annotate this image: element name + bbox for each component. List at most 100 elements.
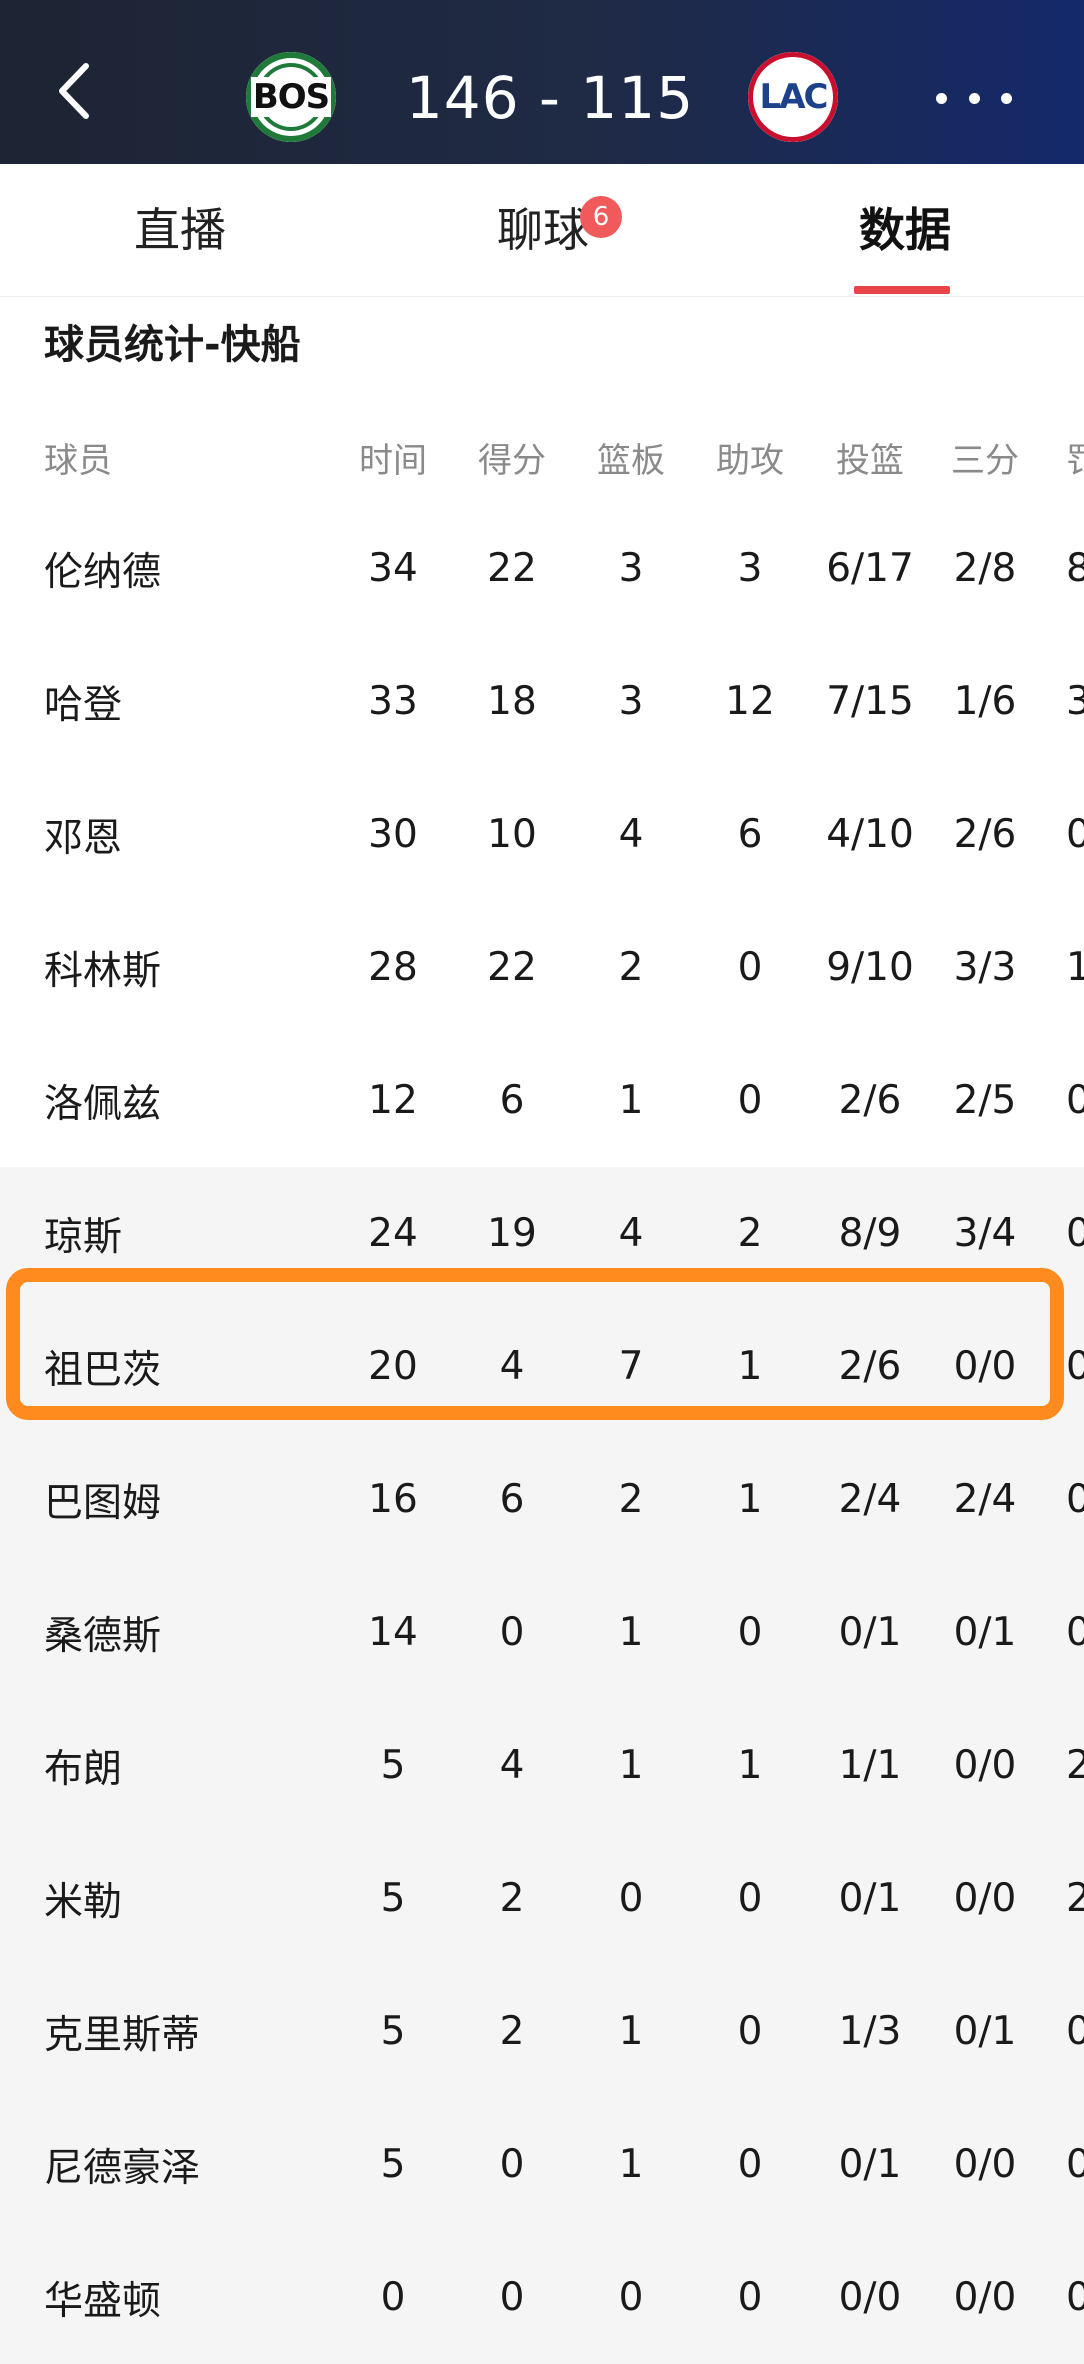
table-row[interactable]: 布朗 5 4 1 1 1/1 0/0 2 bbox=[0, 1699, 1084, 1832]
free-throws-cell: 0 bbox=[1066, 1078, 1084, 1123]
player-name-cell: 科林斯 bbox=[44, 948, 162, 994]
col-header-points: 得分 bbox=[478, 440, 546, 481]
player-name-cell: 克里斯蒂 bbox=[44, 2012, 201, 2058]
assists-cell: 0 bbox=[737, 1876, 763, 1921]
player-name-cell: 邓恩 bbox=[44, 815, 123, 861]
rebounds-cell: 1 bbox=[618, 2142, 644, 2187]
assists-cell: 0 bbox=[737, 1610, 763, 1655]
more-dots-icon bbox=[936, 92, 947, 104]
minutes-cell: 24 bbox=[368, 1211, 418, 1256]
field-goals-cell: 6/17 bbox=[826, 546, 914, 591]
free-throws-cell: 0 bbox=[1066, 812, 1084, 857]
rebounds-cell: 1 bbox=[618, 1743, 644, 1788]
assists-cell: 0 bbox=[737, 2275, 763, 2320]
rebounds-cell: 0 bbox=[618, 1876, 644, 1921]
rebounds-cell: 4 bbox=[618, 812, 644, 857]
free-throws-cell: 3 bbox=[1066, 679, 1084, 724]
active-tab-indicator bbox=[854, 286, 950, 294]
chevron-left-icon bbox=[59, 63, 89, 119]
table-row[interactable]: 尼德豪泽 5 0 1 0 0/1 0/0 0 bbox=[0, 2098, 1084, 2231]
col-header-assists: 助攻 bbox=[716, 440, 784, 481]
three-pointers-cell: 3/3 bbox=[953, 945, 1017, 990]
three-pointers-cell: 0/1 bbox=[953, 2009, 1017, 2054]
assists-cell: 1 bbox=[737, 1344, 763, 1389]
table-row[interactable]: 科林斯 28 22 2 0 9/10 3/3 1 bbox=[0, 901, 1084, 1034]
section-title: 球员统计-快船 bbox=[44, 322, 301, 368]
player-name-cell: 巴图姆 bbox=[44, 1480, 162, 1526]
rebounds-cell: 1 bbox=[618, 1610, 644, 1655]
table-row[interactable]: 华盛顿 0 0 0 0 0/0 0/0 0 bbox=[0, 2231, 1084, 2364]
game-header: BOS 146 - 115 LAC bbox=[0, 0, 1084, 164]
tab-live[interactable]: 直播 bbox=[120, 164, 240, 296]
points-cell: 0 bbox=[499, 2275, 525, 2320]
rebounds-cell: 4 bbox=[618, 1211, 644, 1256]
table-row[interactable]: 伦纳德 34 22 3 3 6/17 2/8 8 bbox=[0, 502, 1084, 635]
free-throws-cell: 0 bbox=[1066, 1477, 1084, 1522]
player-name-cell: 尼德豪泽 bbox=[44, 2145, 201, 2191]
field-goals-cell: 8/9 bbox=[838, 1211, 902, 1256]
field-goals-cell: 0/1 bbox=[838, 2142, 902, 2187]
col-header-minutes: 时间 bbox=[359, 440, 427, 481]
player-name-cell: 哈登 bbox=[44, 682, 123, 728]
home-team-logo[interactable]: BOS bbox=[246, 52, 336, 142]
table-header: 球员 时间 得分 篮板 助攻 投篮 三分 罚 bbox=[0, 412, 1084, 502]
table-row[interactable]: 桑德斯 14 0 1 0 0/1 0/1 0 bbox=[0, 1566, 1084, 1699]
table-row[interactable]: 琼斯 24 19 4 2 8/9 3/4 0 bbox=[0, 1167, 1084, 1300]
rebounds-cell: 2 bbox=[618, 945, 644, 990]
points-cell: 19 bbox=[487, 1211, 537, 1256]
table-row[interactable]: 克里斯蒂 5 2 1 0 1/3 0/1 0 bbox=[0, 1965, 1084, 2098]
points-cell: 0 bbox=[499, 1610, 525, 1655]
col-header-rebounds: 篮板 bbox=[597, 440, 665, 481]
tab-data[interactable]: 数据 bbox=[840, 164, 970, 296]
three-pointers-cell: 0/0 bbox=[953, 2275, 1017, 2320]
points-cell: 18 bbox=[487, 679, 537, 724]
more-dot bbox=[1001, 92, 1012, 104]
rebounds-cell: 1 bbox=[618, 1078, 644, 1123]
free-throws-cell: 0 bbox=[1066, 1344, 1084, 1389]
away-team-abbr: LAC bbox=[759, 77, 829, 117]
player-name-cell: 琼斯 bbox=[44, 1214, 123, 1260]
three-pointers-cell: 0/0 bbox=[953, 1344, 1017, 1389]
back-button[interactable] bbox=[48, 56, 108, 126]
points-cell: 22 bbox=[487, 546, 537, 591]
minutes-cell: 5 bbox=[380, 1876, 406, 1921]
three-pointers-cell: 2/8 bbox=[953, 546, 1017, 591]
three-pointers-cell: 2/5 bbox=[953, 1078, 1017, 1123]
three-pointers-cell: 0/1 bbox=[953, 1610, 1017, 1655]
minutes-cell: 28 bbox=[368, 945, 418, 990]
field-goals-cell: 2/6 bbox=[838, 1344, 902, 1389]
minutes-cell: 12 bbox=[368, 1078, 418, 1123]
more-button[interactable] bbox=[936, 78, 1012, 118]
player-name-cell: 祖巴茨 bbox=[44, 1347, 162, 1393]
minutes-cell: 30 bbox=[368, 812, 418, 857]
field-goals-cell: 0/0 bbox=[838, 2275, 902, 2320]
minutes-cell: 5 bbox=[380, 2142, 406, 2187]
assists-cell: 6 bbox=[737, 812, 763, 857]
table-row[interactable]: 米勒 5 2 0 0 0/1 0/0 2 bbox=[0, 1832, 1084, 1965]
free-throws-cell: 0 bbox=[1066, 2275, 1084, 2320]
three-pointers-cell: 2/6 bbox=[953, 812, 1017, 857]
table-row[interactable]: 哈登 33 18 3 12 7/15 1/6 3 bbox=[0, 635, 1084, 768]
field-goals-cell: 1/3 bbox=[838, 2009, 902, 2054]
table-row[interactable]: 祖巴茨 20 4 7 1 2/6 0/0 0 bbox=[0, 1300, 1084, 1433]
table-row[interactable]: 邓恩 30 10 4 6 4/10 2/6 0 bbox=[0, 768, 1084, 901]
assists-cell: 0 bbox=[737, 2009, 763, 2054]
three-pointers-cell: 3/4 bbox=[953, 1211, 1017, 1256]
free-throws-cell: 8 bbox=[1066, 546, 1084, 591]
points-cell: 0 bbox=[499, 2142, 525, 2187]
rebounds-cell: 0 bbox=[618, 2275, 644, 2320]
table-row[interactable]: 洛佩兹 12 6 1 0 2/6 2/5 0 bbox=[0, 1034, 1084, 1167]
three-pointers-cell: 2/4 bbox=[953, 1477, 1017, 1522]
col-header-fg: 投篮 bbox=[836, 440, 904, 481]
player-name-cell: 洛佩兹 bbox=[44, 1081, 162, 1127]
more-dot bbox=[968, 92, 980, 104]
three-pointers-cell: 0/0 bbox=[953, 1743, 1017, 1788]
assists-cell: 0 bbox=[737, 2142, 763, 2187]
table-row[interactable]: 巴图姆 16 6 2 1 2/4 2/4 0 bbox=[0, 1433, 1084, 1566]
col-header-player: 球员 bbox=[44, 440, 112, 481]
field-goals-cell: 4/10 bbox=[826, 812, 914, 857]
field-goals-cell: 0/1 bbox=[838, 1610, 902, 1655]
chat-badge: 6 bbox=[580, 196, 622, 238]
assists-cell: 0 bbox=[737, 1078, 763, 1123]
away-team-logo[interactable]: LAC bbox=[748, 52, 838, 142]
